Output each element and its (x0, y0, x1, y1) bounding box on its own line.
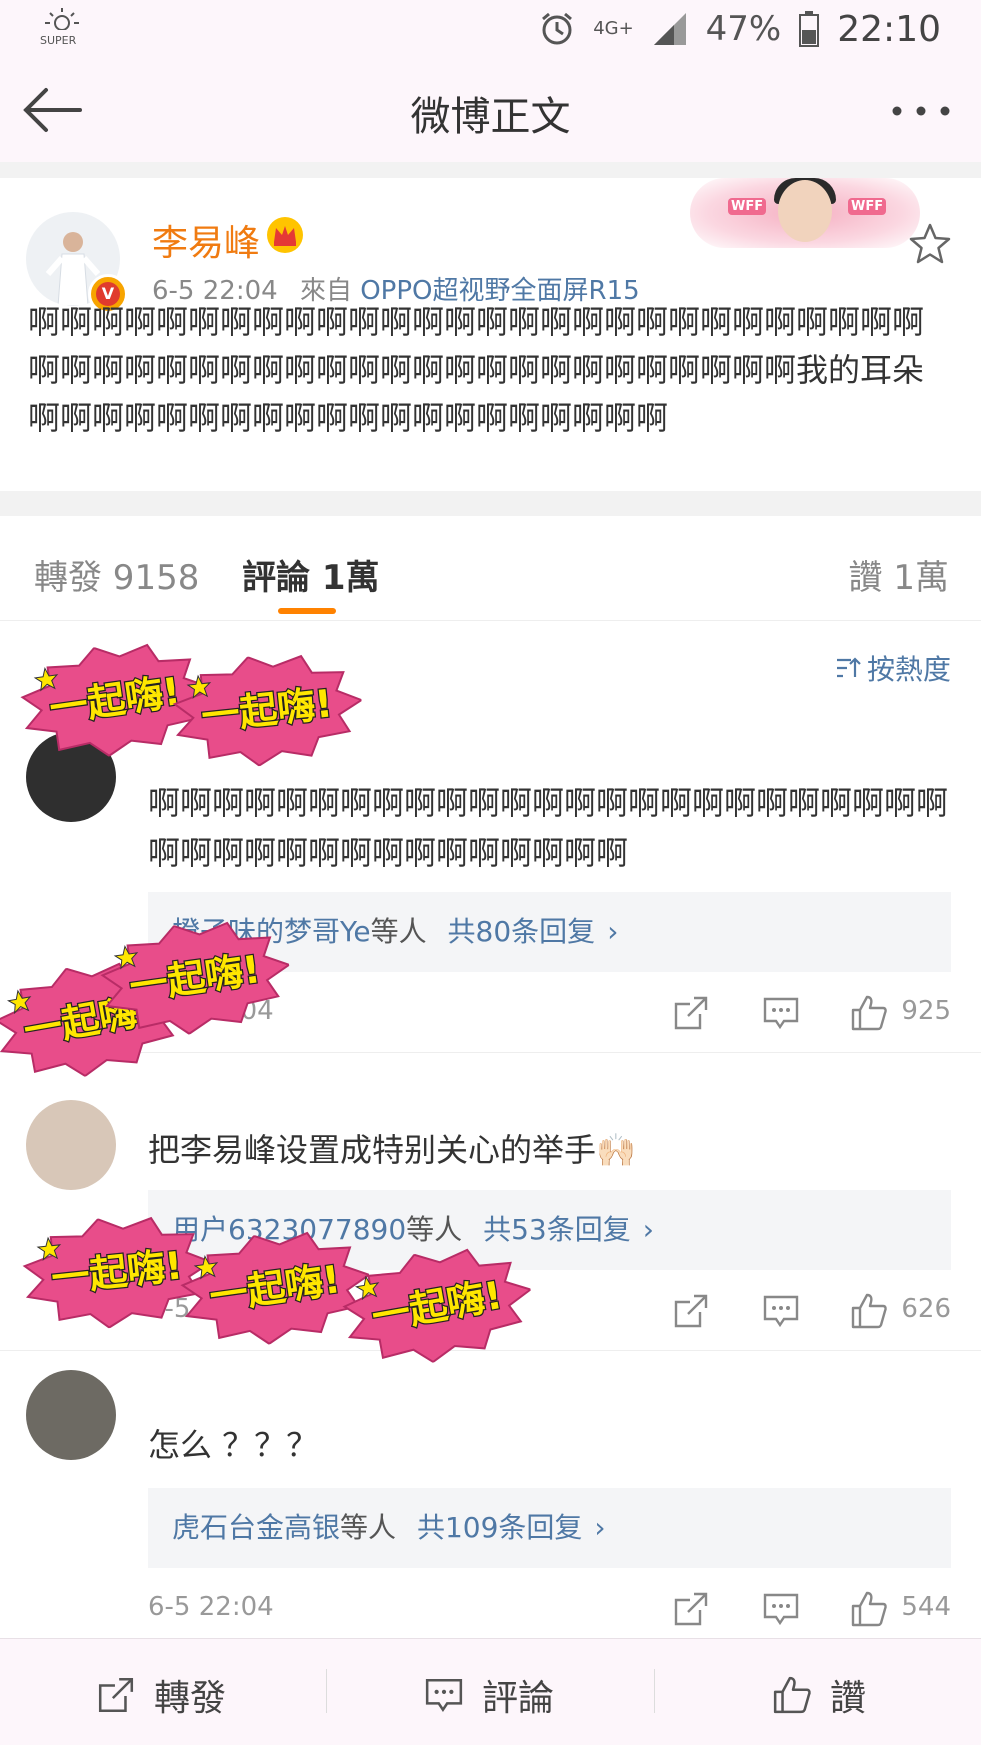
deco-tag-right: WFF (848, 198, 887, 215)
thumbs-up-icon[interactable] (850, 994, 888, 1032)
like-button[interactable]: 讚 (772, 1669, 866, 1721)
chevron-right-icon: › (594, 1511, 606, 1544)
sort-icon (836, 657, 861, 678)
share-icon[interactable] (672, 1292, 710, 1330)
fan-decoration-card: WFF WFF (690, 178, 920, 248)
comment-icon[interactable] (762, 1292, 800, 1330)
deco-tag-left: WFF (728, 198, 767, 215)
crown-icon (267, 217, 303, 253)
active-tab-indicator (278, 608, 336, 614)
star-favorite-icon[interactable] (908, 222, 952, 266)
share-icon[interactable] (672, 994, 710, 1032)
comment-time: 6-5 22:04 (148, 1592, 274, 1622)
chevron-right-icon: › (642, 1213, 654, 1246)
thumbs-up-icon (773, 1676, 811, 1714)
reply-count: 共109条回复 (416, 1511, 583, 1544)
tab-likes[interactable]: 讚 1萬 (849, 550, 949, 599)
like-count: 544 (901, 1592, 951, 1622)
share-icon[interactable] (672, 1590, 710, 1628)
comment-icon[interactable] (762, 994, 800, 1032)
interaction-tabs: 轉發 9158 評論 1萬 讚 1萬 (0, 516, 981, 621)
status-bar: SUPER 4G+ 47% 22:10 (0, 0, 981, 58)
reply-summary[interactable]: 虎石台金高银等人 共109条回复 › (148, 1488, 951, 1568)
battery-icon (799, 11, 820, 47)
comment-text: 啊啊啊啊啊啊啊啊啊啊啊啊啊啊啊啊啊啊啊啊啊啊啊啊啊啊啊啊啊啊啊啊啊啊啊啊啊啊啊啊 (148, 784, 949, 872)
comment-icon (425, 1679, 463, 1713)
super-label: SUPER (40, 34, 77, 47)
section-gap (0, 162, 981, 178)
alarm-icon (542, 12, 573, 45)
section-gap (0, 491, 981, 516)
commenter-avatar[interactable] (26, 1100, 116, 1190)
clock-time: 22:10 (837, 8, 941, 50)
chevron-right-icon: › (607, 915, 619, 948)
battery-percent: 47% (705, 9, 782, 49)
page-title: 微博正文 (410, 94, 571, 140)
sort-label: 按熱度 (866, 653, 951, 686)
reply-count: 共80条回复 (447, 915, 596, 948)
comment-meta: 6-5 22:04 544 (148, 1590, 951, 1630)
comment-icon[interactable] (762, 1590, 800, 1628)
sort-by-heat[interactable]: 按熱度 (835, 648, 951, 688)
comment-label: 評論 (482, 1678, 555, 1719)
bar-separator (326, 1669, 327, 1713)
post-text: 啊啊啊啊啊啊啊啊啊啊啊啊啊啊啊啊啊啊啊啊啊啊啊啊啊啊啊啊啊啊啊啊啊啊啊啊啊啊啊啊… (28, 303, 925, 437)
like-label: 讚 (830, 1678, 867, 1719)
thumbs-up-icon[interactable] (850, 1590, 888, 1628)
tab-comments[interactable]: 評論 1萬 (242, 550, 380, 599)
weibo-post: V 李易峰 6-5 22:04 來自 OPPO超视野全面屏R15 WFF WFF… (0, 178, 981, 491)
sticker-yiqihai: 一起嗨! (167, 645, 367, 774)
reply-etc: 等人 (340, 1511, 397, 1544)
comment-text: 把李易峰设置成特别关心的举手🙌🏻 (148, 1131, 636, 1169)
like-count: 626 (901, 1294, 951, 1324)
reply-users: 虎石台金高银 (172, 1511, 341, 1544)
like-count: 925 (901, 996, 951, 1026)
bottom-action-bar: 轉發 評論 讚 (0, 1638, 981, 1745)
reply-etc: 等人 (406, 1213, 463, 1246)
celebrity-face (778, 180, 832, 242)
thumbs-up-icon[interactable] (850, 1292, 888, 1330)
share-icon (98, 1677, 134, 1713)
signal-icon (653, 13, 686, 45)
author-name[interactable]: 李易峰 (152, 214, 260, 266)
nav-bar: 微博正文 (0, 58, 981, 163)
commenter-avatar[interactable] (26, 1370, 116, 1460)
comment-text: 怎么 ？？？ (148, 1426, 319, 1464)
comment-button[interactable]: 評論 (424, 1669, 554, 1721)
repost-label: 轉發 (154, 1678, 227, 1719)
bar-separator (654, 1669, 655, 1713)
more-dots-icon[interactable] (889, 96, 953, 126)
reply-etc: 等人 (370, 915, 427, 948)
tab-repost[interactable]: 轉發 9158 (34, 550, 199, 599)
repost-button[interactable]: 轉發 (96, 1669, 226, 1721)
network-label: 4G+ (593, 18, 634, 39)
